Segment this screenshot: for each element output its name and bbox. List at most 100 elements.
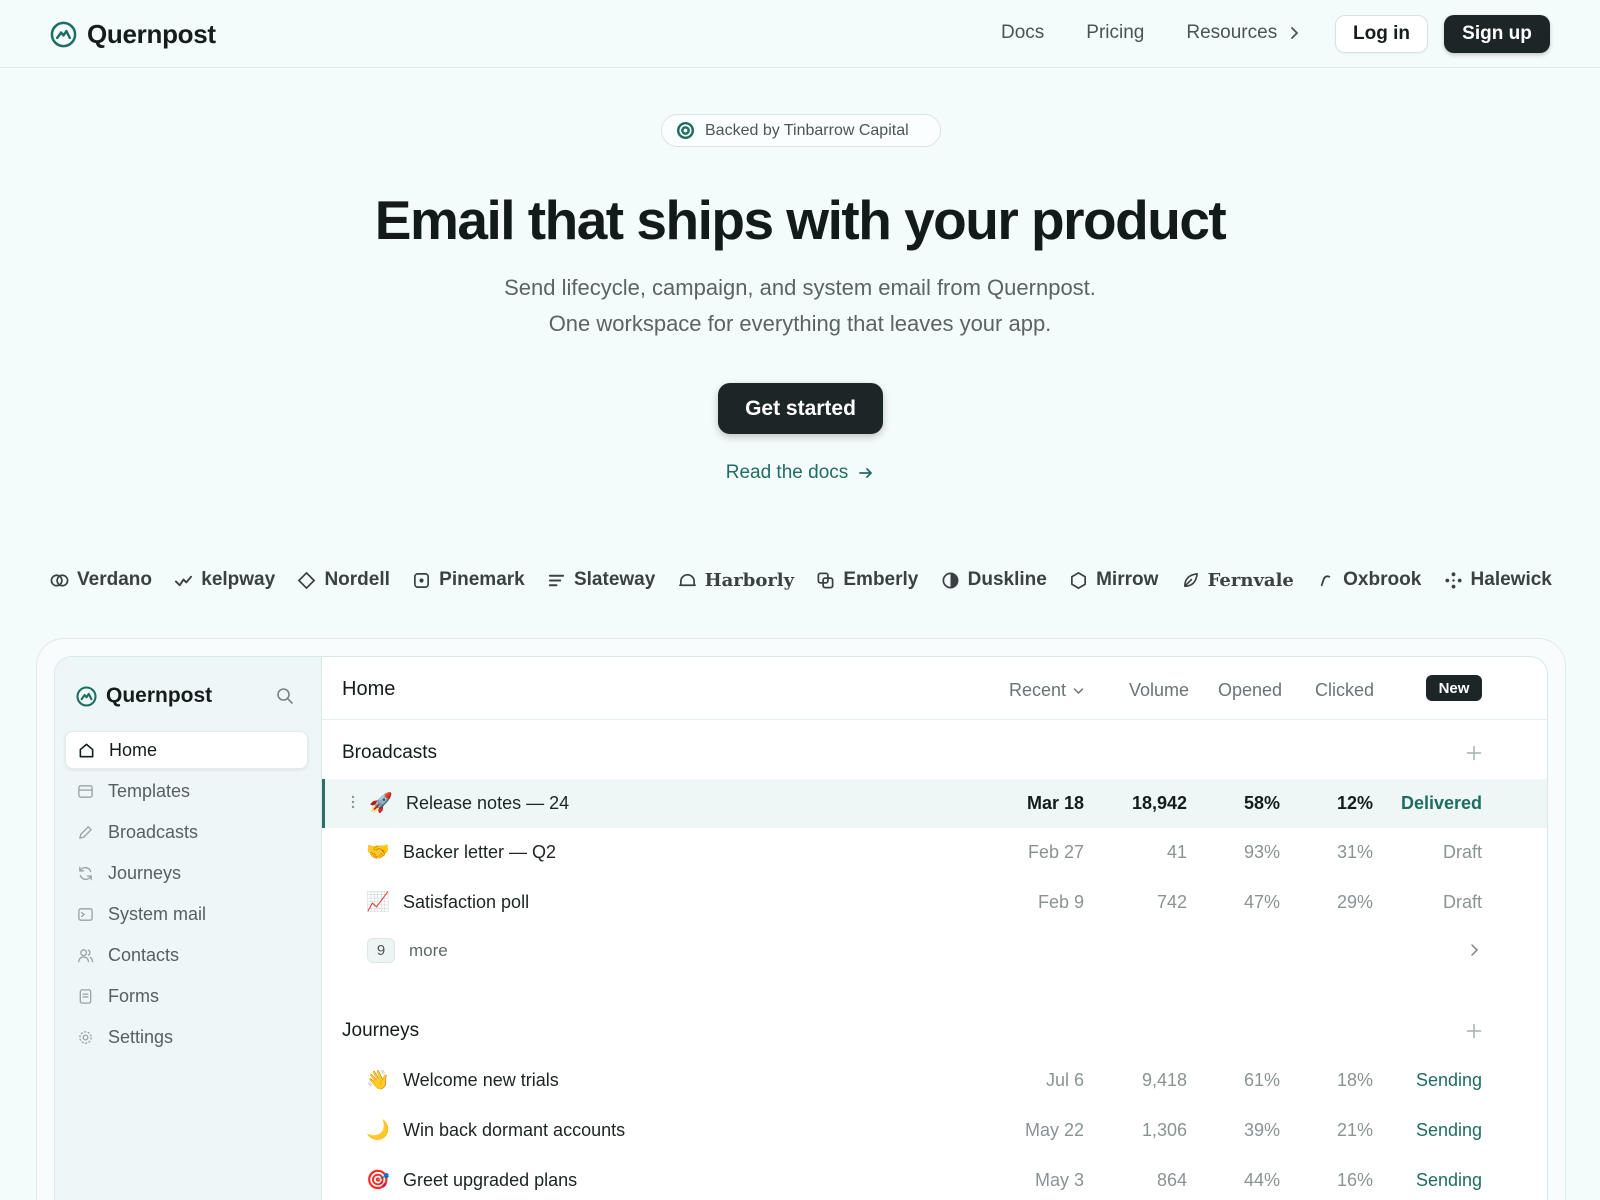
crescent-moon-icon: 🌙 bbox=[366, 1119, 390, 1141]
logo-name: Emberly bbox=[843, 569, 919, 590]
row-status: Sending bbox=[1415, 1170, 1482, 1190]
hero-subtitle-line-1: Send lifecycle, campaign, and system ema… bbox=[504, 275, 1096, 300]
chevron-right-icon bbox=[1471, 944, 1479, 956]
row-clicked: 18% bbox=[1336, 1070, 1373, 1090]
row-volume: 18,942 bbox=[1131, 793, 1187, 813]
target-icon bbox=[676, 121, 695, 140]
row-status: Sending bbox=[1415, 1070, 1482, 1090]
new-button[interactable]: New bbox=[1426, 675, 1482, 701]
quernpost-logo-icon bbox=[50, 21, 77, 48]
recent-sort-dropdown[interactable]: Recent bbox=[1009, 680, 1084, 701]
waving-hand-icon: 👋 bbox=[366, 1069, 390, 1091]
chart-increasing-icon: 📈 bbox=[366, 891, 390, 913]
show-more-broadcasts[interactable]: 9 more bbox=[322, 932, 1547, 972]
arch-icon bbox=[678, 573, 696, 586]
target-icon: 🎯 bbox=[366, 1169, 390, 1191]
sidebar-item-label: System mail bbox=[108, 903, 207, 924]
drag-handle-icon[interactable] bbox=[350, 794, 356, 810]
read-docs-label: Read the docs bbox=[725, 462, 849, 483]
table-row[interactable]: 👋 Welcome new trials Jul 6 9,418 61% 18%… bbox=[322, 1056, 1547, 1105]
square-dot-icon bbox=[414, 572, 430, 588]
row-status: Sending bbox=[1415, 1120, 1482, 1140]
logo-name: Duskline bbox=[967, 569, 1047, 590]
table-row[interactable]: 🤝 Backer letter — Q2 Feb 27 41 93% 31% D… bbox=[322, 828, 1547, 877]
logo-slateway: Slateway bbox=[547, 569, 655, 591]
logo-name: Slateway bbox=[573, 569, 656, 590]
logo-name: Halewick bbox=[1470, 569, 1552, 590]
row-volume: 9,418 bbox=[1141, 1070, 1187, 1090]
column-header-clicked[interactable]: Clicked bbox=[1315, 680, 1374, 701]
pencil-icon bbox=[79, 825, 92, 839]
diamond-icon bbox=[298, 571, 316, 589]
sidebar-nav: Home Templates Broadcasts Journeys Syste… bbox=[65, 731, 308, 1059]
hexagon-icon bbox=[1071, 571, 1087, 589]
logo-name: Harborly bbox=[704, 569, 795, 591]
section-title-broadcasts: Broadcasts bbox=[342, 742, 438, 763]
row-date: Feb 27 bbox=[1027, 842, 1084, 862]
row-clicked: 16% bbox=[1336, 1170, 1373, 1190]
add-journey-icon[interactable] bbox=[1466, 1023, 1482, 1039]
hook-icon bbox=[1320, 574, 1331, 586]
logo-halewick: Halewick bbox=[1444, 569, 1552, 591]
brand[interactable]: Quernpost bbox=[50, 19, 216, 50]
nav-link-resources[interactable]: Resources bbox=[1186, 22, 1299, 44]
row-opened: 93% bbox=[1243, 842, 1280, 862]
wave-check-icon bbox=[175, 575, 193, 586]
nav-link-docs[interactable]: Docs bbox=[1001, 22, 1044, 44]
row-name: Greet upgraded plans bbox=[403, 1170, 578, 1190]
arrow-right-icon bbox=[859, 468, 873, 478]
lines-icon bbox=[548, 574, 565, 586]
table-row[interactable]: 📈 Satisfaction poll Feb 9 742 47% 29% Dr… bbox=[322, 878, 1547, 927]
app-brand-name: Quernpost bbox=[106, 684, 213, 707]
signup-button[interactable]: Sign up bbox=[1444, 15, 1550, 53]
logo-nordell: Nordell bbox=[297, 569, 390, 591]
backer-badge[interactable]: Backed by Tinbarrow Capital bbox=[661, 114, 941, 147]
column-header-volume[interactable]: Volume bbox=[1129, 680, 1189, 701]
read-docs-link[interactable]: Read the docs bbox=[0, 462, 1600, 484]
logo-emberly: Emberly bbox=[816, 569, 918, 591]
row-name: Satisfaction poll bbox=[403, 892, 530, 912]
login-button[interactable]: Log in bbox=[1335, 15, 1428, 53]
handshake-icon: 🤝 bbox=[366, 841, 390, 863]
table-row[interactable]: 🎯 Greet upgraded plans May 3 864 44% 16%… bbox=[322, 1156, 1547, 1200]
sidebar-item-forms[interactable]: Forms bbox=[65, 977, 308, 1015]
table-row[interactable]: 🌙 Win back dormant accounts May 22 1,306… bbox=[322, 1106, 1547, 1155]
table-row[interactable]: 🚀 Release notes — 24 Mar 18 18,942 58% 1… bbox=[322, 779, 1547, 828]
sidebar-item-home[interactable]: Home bbox=[65, 731, 308, 769]
sidebar-item-system-mail[interactable]: System mail bbox=[65, 895, 308, 933]
nav-link-pricing[interactable]: Pricing bbox=[1086, 22, 1144, 44]
row-name: Release notes — 24 bbox=[406, 793, 570, 813]
add-broadcast-icon[interactable] bbox=[1466, 745, 1482, 761]
logo-fernvale: Fernvale bbox=[1181, 570, 1294, 591]
hero-subtitle: Send lifecycle, campaign, and system ema… bbox=[0, 270, 1600, 342]
logo-kelpway: kelpway bbox=[174, 569, 275, 591]
row-opened: 39% bbox=[1243, 1120, 1280, 1140]
logo-duskline: Duskline bbox=[941, 569, 1047, 591]
row-date: May 22 bbox=[1024, 1120, 1084, 1140]
customer-logos: Verdano kelpway Nordell Pinemark Slatewa… bbox=[50, 569, 1552, 591]
sidebar-item-label: Journeys bbox=[108, 862, 182, 883]
logo-mirrow: Mirrow bbox=[1069, 569, 1158, 591]
sidebar-item-label: Home bbox=[109, 739, 158, 760]
chevron-right-icon bbox=[1291, 27, 1299, 39]
row-opened: 61% bbox=[1243, 1070, 1280, 1090]
sidebar-item-label: Settings bbox=[108, 1026, 174, 1047]
sidebar-item-label: Templates bbox=[108, 780, 191, 801]
row-volume: 1,306 bbox=[1141, 1120, 1187, 1140]
half-circle-icon bbox=[942, 572, 959, 588]
sidebar-item-broadcasts[interactable]: Broadcasts bbox=[65, 813, 308, 851]
logo-harborly: Harborly bbox=[678, 569, 795, 591]
sidebar-item-journeys[interactable]: Journeys bbox=[65, 854, 308, 892]
sidebar-item-label: Contacts bbox=[108, 944, 180, 965]
sidebar-item-templates[interactable]: Templates bbox=[65, 772, 308, 810]
search-icon[interactable] bbox=[276, 687, 294, 705]
column-header-opened[interactable]: Opened bbox=[1218, 680, 1282, 701]
row-date: Mar 18 bbox=[1026, 793, 1084, 813]
top-nav: Quernpost Docs Pricing Resources Log in … bbox=[0, 0, 1600, 68]
sidebar-item-contacts[interactable]: Contacts bbox=[65, 936, 308, 974]
hero-subtitle-line-2: One workspace for everything that leaves… bbox=[548, 311, 1052, 336]
get-started-button[interactable]: Get started bbox=[718, 383, 883, 434]
row-date: Jul 6 bbox=[1045, 1070, 1084, 1090]
app-brand[interactable]: Quernpost bbox=[76, 684, 212, 708]
sidebar-item-settings[interactable]: Settings bbox=[65, 1018, 308, 1056]
